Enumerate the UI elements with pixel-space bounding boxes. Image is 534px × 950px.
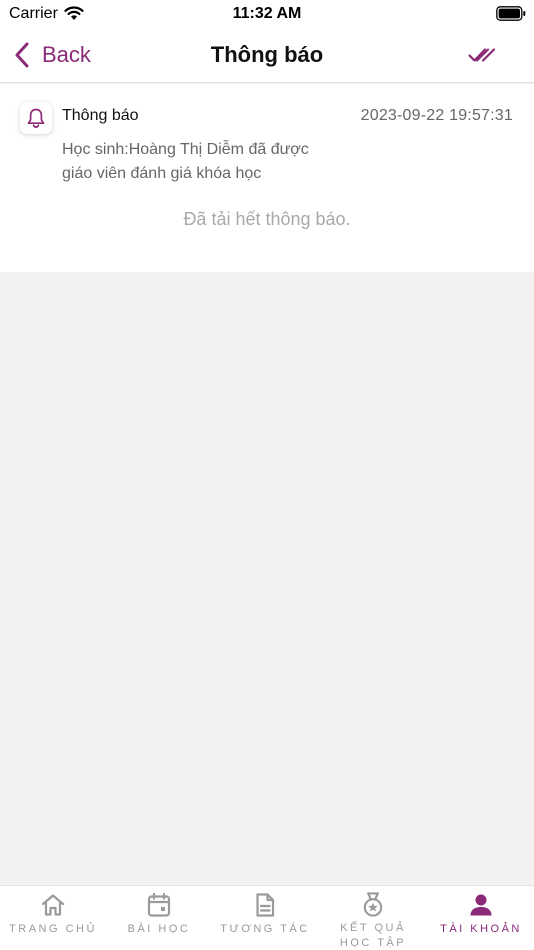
document-icon (256, 893, 275, 917)
status-bar: Carrier 11:32 AM (0, 0, 534, 28)
tab-tuong-tac[interactable]: TƯƠNG TÁC (212, 886, 318, 950)
double-check-icon (468, 48, 496, 62)
notification-title: Thông báo (62, 107, 139, 124)
tab-tai-khoan[interactable]: TÀI KHOẢN (428, 886, 534, 950)
notification-item[interactable]: Thông báo 2023-09-22 19:57:31 Học sinh:H… (0, 84, 534, 194)
tab-label: KẾT QUẢ HỌC TẬP (339, 922, 407, 949)
notification-icon-badge (20, 102, 52, 134)
notification-message: Học sinh:Hoàng Thị Diễm đã được giáo viê… (62, 141, 309, 182)
tab-label: TƯƠNG TÁC (220, 923, 310, 935)
tab-bai-hoc[interactable]: BÀI HỌC (106, 886, 212, 950)
navigation-bar: Back Thông báo (0, 28, 534, 83)
notification-timestamp: 2023-09-22 19:57:31 (360, 107, 513, 124)
calendar-icon (147, 892, 171, 917)
home-icon (41, 894, 65, 916)
tab-ket-qua-hoc-tap[interactable]: KẾT QUẢ HỌC TẬP (320, 886, 426, 950)
tab-label: TRANG CHỦ (9, 923, 97, 935)
bell-icon (27, 108, 45, 128)
user-icon (470, 894, 492, 916)
medal-icon (363, 892, 383, 917)
tab-label: BÀI HỌC (127, 923, 191, 935)
notification-list: Thông báo 2023-09-22 19:57:31 Học sinh:H… (0, 84, 534, 272)
status-time: 11:32 AM (232, 5, 302, 22)
tab-label: TÀI KHOẢN (440, 923, 522, 935)
tab-trang-chu[interactable]: TRANG CHỦ (0, 886, 106, 950)
battery-icon (496, 6, 526, 21)
page-title: Thông báo (210, 42, 324, 67)
end-of-list-message: Đã tải hết thông báo. (183, 209, 351, 229)
tab-bar: TRANG CHỦ BÀI HỌC TƯƠNG TÁC KẾT QUẢ HỌC … (0, 885, 534, 950)
mark-all-read-button[interactable] (466, 40, 498, 70)
